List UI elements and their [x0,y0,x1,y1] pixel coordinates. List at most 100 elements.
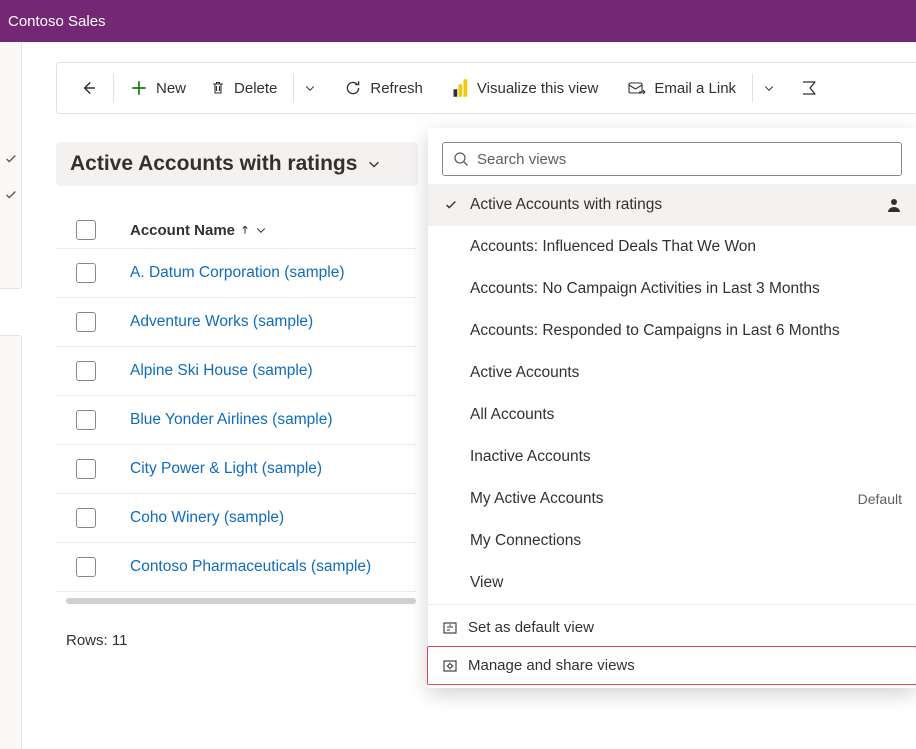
account-link[interactable]: Blue Yonder Airlines (sample) [130,411,332,429]
refresh-button[interactable]: Refresh [334,73,433,103]
chevron-down-icon [367,157,381,171]
table-row[interactable]: Blue Yonder Airlines (sample) [56,395,416,444]
account-link[interactable]: Coho Winery (sample) [130,509,284,527]
view-option[interactable]: Active Accounts [428,352,916,394]
search-views-input-wrap[interactable] [442,142,902,176]
chevron-down-icon [255,224,267,236]
view-option[interactable]: Accounts: Responded to Campaigns in Last… [428,310,916,352]
new-label: New [156,80,186,97]
view-option-label: Inactive Accounts [470,448,902,466]
search-icon [453,151,469,167]
separator [752,74,753,102]
rail-check-icon-1 [0,152,21,166]
row-checkbox[interactable] [76,459,96,479]
view-option-label: Accounts: No Campaign Activities in Last… [470,280,902,298]
default-view-icon [442,620,458,636]
search-views-input[interactable] [477,151,891,168]
delete-split-button[interactable] [300,76,320,100]
account-link[interactable]: Contoso Pharmaceuticals (sample) [130,558,371,576]
view-option-label: All Accounts [470,406,902,424]
view-option-label: My Active Accounts [470,490,848,508]
account-link[interactable]: Adventure Works (sample) [130,313,313,331]
table-row[interactable]: City Power & Light (sample) [56,444,416,493]
powerbi-icon [453,78,469,98]
email-link-button[interactable]: Email a Link [618,74,746,103]
view-option-label: Accounts: Influenced Deals That We Won [470,238,902,256]
view-option[interactable]: View [428,562,916,604]
person-icon [886,197,902,213]
view-title-text: Active Accounts with ratings [70,152,357,176]
default-tag: Default [858,491,902,507]
back-button[interactable] [69,73,107,103]
delete-button[interactable]: Delete [200,74,287,103]
check-icon [444,198,458,212]
sort-asc-icon [239,224,251,236]
trash-icon [210,80,226,96]
separator [113,74,114,102]
set-default-view-button[interactable]: Set as default view [428,609,916,646]
row-checkbox[interactable] [76,312,96,332]
view-option[interactable]: All Accounts [428,394,916,436]
refresh-icon [344,79,362,97]
rail-check-icon-2 [0,188,21,202]
view-option[interactable]: Active Accounts with ratings [428,184,916,226]
row-count-label: Rows: 11 [66,632,416,649]
new-button[interactable]: New [120,73,196,103]
view-option-label: My Connections [470,532,902,550]
flow-button[interactable] [791,73,831,103]
row-checkbox[interactable] [76,263,96,283]
account-link[interactable]: Alpine Ski House (sample) [130,362,313,380]
view-title-button[interactable]: Active Accounts with ratings [56,142,418,186]
horizontal-scrollbar[interactable] [66,598,416,604]
grid-header-row: Account Name [56,212,416,248]
view-option[interactable]: My Connections [428,520,916,562]
column-header-account-name[interactable]: Account Name [130,222,267,239]
table-row[interactable]: Alpine Ski House (sample) [56,346,416,395]
delete-label: Delete [234,80,277,97]
manage-views-icon [442,658,458,674]
view-panel-actions: Set as default view Manage and share vie… [428,604,916,688]
view-option[interactable]: Accounts: Influenced Deals That We Won [428,226,916,268]
row-checkbox[interactable] [76,410,96,430]
page-body: Active Accounts with ratings Account Nam… [56,142,418,649]
plus-icon [130,79,148,97]
left-nav-rail [0,42,22,749]
table-row[interactable]: A. Datum Corporation (sample) [56,248,416,297]
manage-share-views-button[interactable]: Manage and share views [427,646,916,685]
view-option[interactable]: My Active Accounts Default [428,478,916,520]
select-all-checkbox[interactable] [76,220,96,240]
view-option-label: Accounts: Responded to Campaigns in Last… [470,322,902,340]
arrow-left-icon [79,79,97,97]
table-row[interactable]: Adventure Works (sample) [56,297,416,346]
visualize-label: Visualize this view [477,80,598,97]
row-checkbox[interactable] [76,361,96,381]
manage-share-label: Manage and share views [468,657,635,674]
visualize-button[interactable]: Visualize this view [443,72,608,104]
email-link-label: Email a Link [654,80,736,97]
view-option-label: Active Accounts [470,364,902,382]
view-option-label: View [470,574,902,592]
email-link-split-button[interactable] [759,76,779,100]
accounts-grid: Account Name A. Datum Corporation (sampl… [56,212,416,649]
app-title: Contoso Sales [8,13,106,30]
command-bar: New Delete Refresh Visualize this view E… [56,62,916,114]
chevron-down-icon [304,82,316,94]
rail-selected-indicator [0,288,22,336]
view-switcher-panel: Active Accounts with ratings Accounts: I… [428,128,916,688]
flow-icon [801,79,821,97]
view-option-label: Active Accounts with ratings [470,196,876,214]
account-link[interactable]: A. Datum Corporation (sample) [130,264,345,282]
row-checkbox[interactable] [76,557,96,577]
refresh-label: Refresh [370,80,423,97]
view-option[interactable]: Inactive Accounts [428,436,916,478]
table-row[interactable]: Contoso Pharmaceuticals (sample) [56,542,416,592]
separator [293,74,294,102]
account-link[interactable]: City Power & Light (sample) [130,460,322,478]
chevron-down-icon [763,82,775,94]
view-option[interactable]: Accounts: No Campaign Activities in Last… [428,268,916,310]
row-checkbox[interactable] [76,508,96,528]
table-row[interactable]: Coho Winery (sample) [56,493,416,542]
view-list: Active Accounts with ratings Accounts: I… [428,184,916,604]
set-default-label: Set as default view [468,619,594,636]
app-header: Contoso Sales [0,0,916,42]
